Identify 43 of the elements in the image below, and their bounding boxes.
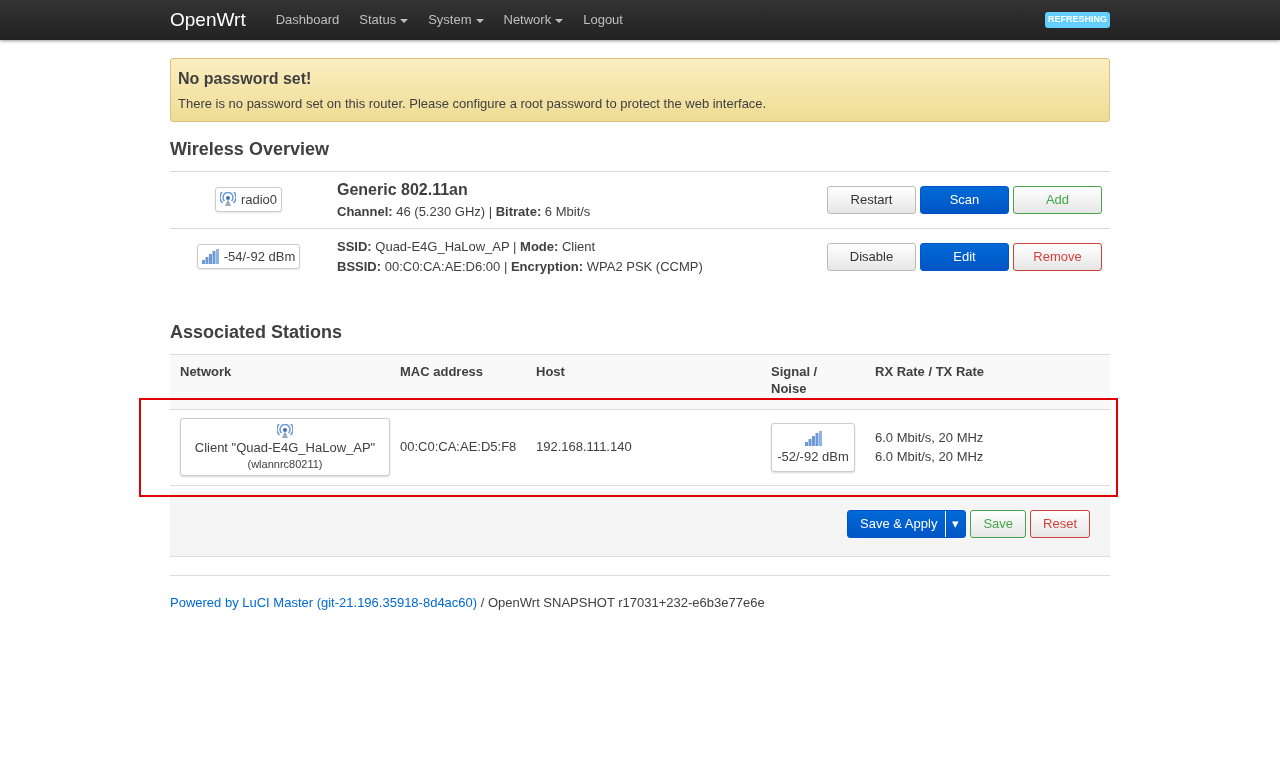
- brand-logo[interactable]: OpenWrt: [170, 5, 246, 35]
- alert-title: No password set!: [178, 69, 313, 89]
- footer-link[interactable]: Powered by LuCI Master (git-21.196.35918-8d4ac60): [170, 594, 478, 610]
- signal-value: -52/-92 dBm: [776, 448, 850, 467]
- signal-bars-icon: [804, 430, 822, 446]
- badge-label: radio0: [240, 190, 278, 209]
- action-button[interactable]: Disable: [827, 242, 916, 271]
- column-header: Host: [536, 363, 565, 379]
- section-title: Associated Stations: [170, 320, 344, 344]
- nav-link[interactable]: Dashboard: [265, 10, 350, 30]
- action-button[interactable]: Save & Apply ▾: [847, 509, 967, 538]
- signal-bars-icon: [201, 249, 219, 265]
- info-line: BSSID: 00:C0:CA:AE:D6:00 | Encryption: WPA2 PSK (CCMP): [337, 257, 704, 276]
- action-button[interactable]: Restart: [827, 185, 916, 214]
- column-header: RX Rate / TX Rate: [875, 363, 985, 379]
- alert-text: There is no password set on this router. Please configure a root password to protect the web interface.: [178, 95, 768, 114]
- dropdown-toggle-glyph[interactable]: ▾: [945, 510, 966, 537]
- footer-version: / OpenWrt SNAPSHOT r17031+232-e6b3e77e6e: [480, 594, 765, 610]
- host-address: 192.168.111.140: [536, 439, 632, 455]
- nav-link[interactable]: System: [418, 10, 494, 30]
- refreshing-indicator: REFRESHING: [1045, 12, 1110, 28]
- info-line: SSID: Quad-E4G_HaLow_AP | Mode: Client: [337, 238, 597, 257]
- action-button[interactable]: Reset: [1030, 509, 1090, 538]
- action-button[interactable]: Edit: [920, 242, 1009, 271]
- column-header: Signal / Noise: [771, 363, 819, 398]
- device-heading: Generic 802.11an: [337, 179, 469, 200]
- info-line: Channel: 46 (5.230 GHz) | Bitrate: 6 Mbit/s: [337, 202, 592, 221]
- badge-label: -54/-92 dBm: [223, 247, 296, 266]
- rate-text: 6.0 Mbit/s, 20 MHz: [875, 448, 985, 467]
- column-header: MAC address: [400, 363, 484, 379]
- antenna-icon: [277, 424, 293, 440]
- nav-link[interactable]: Logout: [573, 10, 633, 30]
- network-name: Client "Quad-E4G_HaLow_AP": [193, 440, 377, 457]
- mac-address: 00:C0:CA:AE:D5:F8: [400, 439, 517, 455]
- rate-text: 6.0 Mbit/s, 20 MHz: [875, 428, 985, 447]
- action-button[interactable]: Remove: [1013, 242, 1102, 271]
- action-button[interactable]: Scan: [920, 185, 1009, 214]
- antenna-icon: [219, 192, 236, 208]
- nav-link[interactable]: Status: [349, 10, 419, 30]
- column-header: Network: [180, 363, 232, 379]
- nav-link[interactable]: Network: [493, 10, 574, 30]
- interface-name: (wlannrc80211): [246, 456, 324, 472]
- section-title: Wireless Overview: [170, 137, 330, 161]
